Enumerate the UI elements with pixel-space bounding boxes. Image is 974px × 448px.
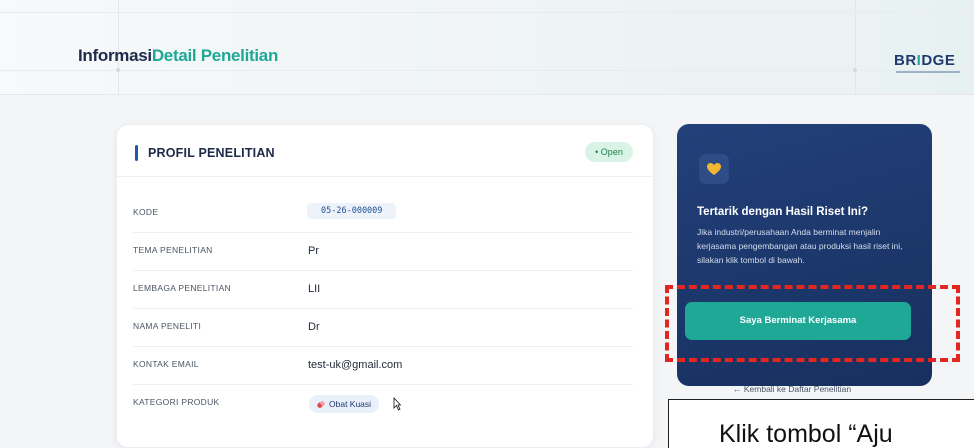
header-deco-line [855,0,856,94]
cta-title: Tertarik dengan Hasil Riset Ini? [697,206,869,218]
interested-collaboration-button[interactable]: Saya Berminat Kerjasama [685,302,911,340]
detail-row-lembaga: LEMBAGA PENELITIAN LII [133,271,633,309]
detail-row-tema: TEMA PENELITIAN Pr [133,233,633,271]
page-title-part2: Detail Penelitian [151,46,279,65]
pill-icon [316,399,326,409]
header-deco-dot [116,68,120,72]
contact-email[interactable]: test-uk@gmail.com [308,359,402,371]
row-label: KATEGORI PRODUK [133,397,220,407]
row-value: Dr [308,321,320,333]
category-label: Obat Kuasi [329,399,372,409]
detail-row-email: KONTAK EMAIL test-uk@gmail.com [133,347,633,385]
row-value: LII [308,283,321,295]
heart-hand-icon [699,154,729,184]
section-title: PROFIL PENELITIAN [148,146,275,160]
page-title: InformasiDetail Penelitian [78,46,278,66]
card-title: PROFIL PENELITIAN [135,145,275,161]
row-label: KODE [133,207,159,217]
divider [117,176,655,177]
back-to-list-link[interactable]: ← Kembali ke Daftar Penelitian [733,384,851,394]
detail-row-kategori: KATEGORI PRODUK Obat Kuasi [133,385,633,423]
row-label: NAMA PENELITI [133,321,202,331]
row-label: KONTAK EMAIL [133,359,199,369]
instruction-callout: Klik tombol “Aju [668,399,974,448]
page-header: InformasiDetail Penelitian BRIDGE [0,0,974,95]
research-code: 05-26-000009 [307,203,397,219]
bridge-logo[interactable]: BRIDGE [890,44,966,78]
cursor-icon [393,397,401,411]
page-title-part1: Informasi [78,46,152,65]
category-chip: Obat Kuasi [309,395,380,413]
row-value: Pr [308,245,319,257]
header-deco-line [0,70,974,71]
detail-row-nama: NAMA PENELITI Dr [133,309,633,347]
cta-description: Jika industri/perusahaan Anda berminat m… [697,227,903,265]
title-accent-bar [135,145,138,161]
heart-icon [707,163,721,175]
row-label: TEMA PENELITIAN [133,245,213,255]
collaboration-cta-card: Tertarik dengan Hasil Riset Ini? Jika in… [677,124,932,386]
status-badge: • Open [585,142,633,162]
row-label: LEMBAGA PENELITIAN [133,283,231,293]
detail-row-kode: KODE 05-26-000009 [133,195,633,233]
bridge-logo-word: BRIDGE [894,52,956,69]
header-deco-dot [853,68,857,72]
logo-underline [896,71,960,73]
research-profile-card: PROFIL PENELITIAN • Open KODE 05-26-0000… [116,124,655,448]
callout-text: Klik tombol “Aju [719,420,893,448]
header-deco-line [0,12,974,13]
